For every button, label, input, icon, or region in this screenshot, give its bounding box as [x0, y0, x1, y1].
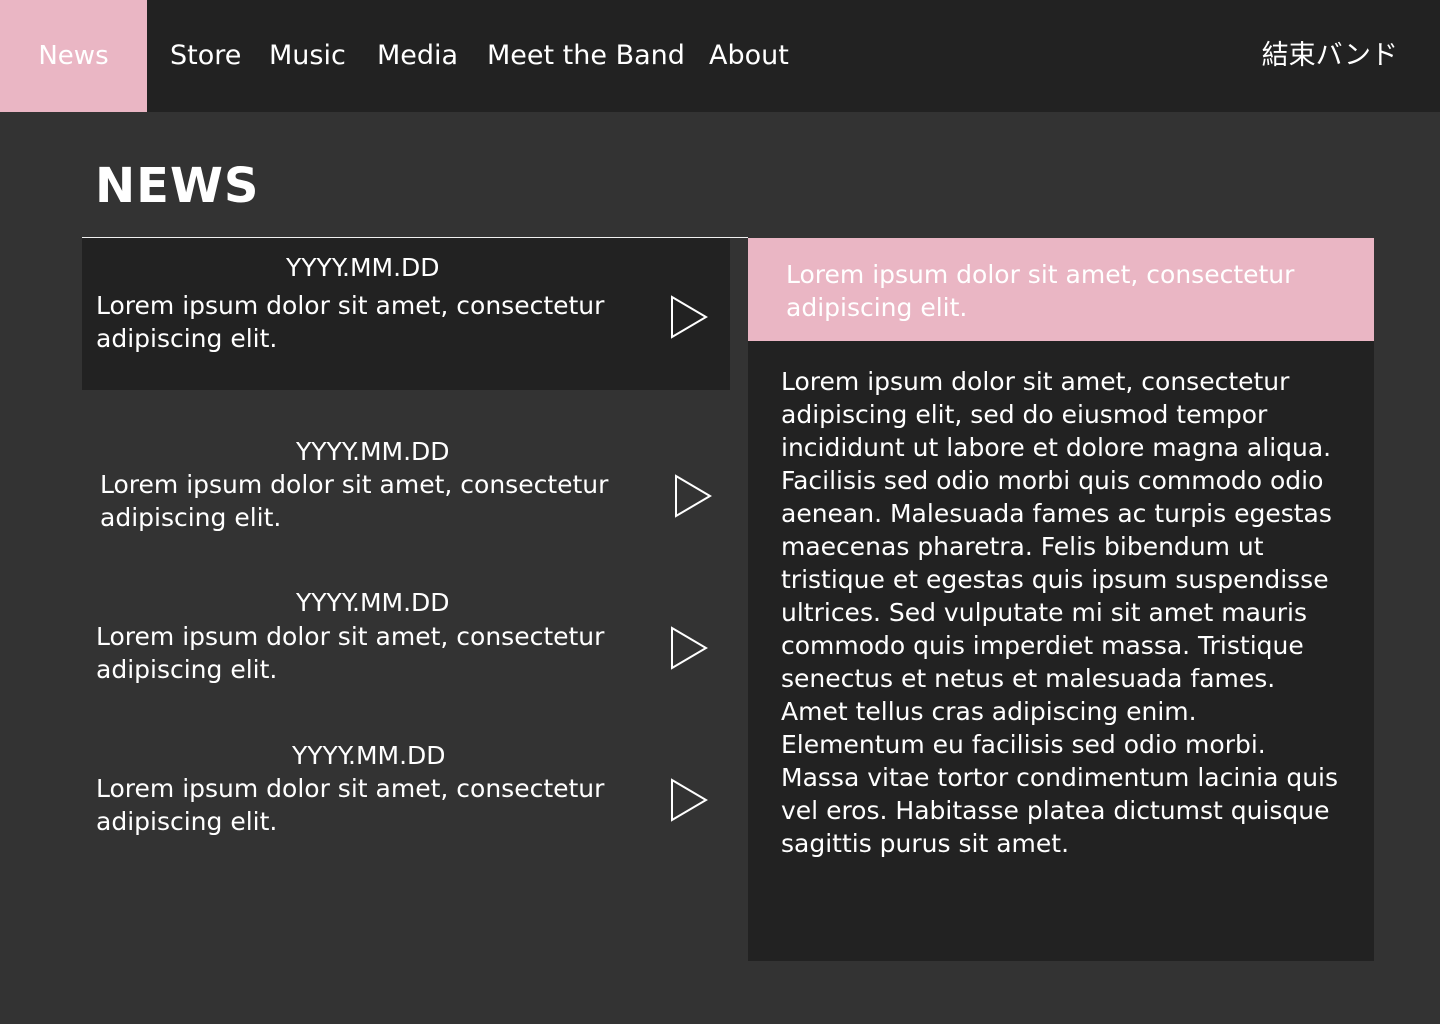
- article-header: Lorem ipsum dolor sit amet, consectetur …: [748, 238, 1374, 341]
- news-date: YYYY.MM.DD: [292, 741, 446, 770]
- news-excerpt: Lorem ipsum dolor sit amet, consectetur …: [96, 774, 605, 836]
- nav-item-music[interactable]: Music: [269, 0, 346, 112]
- news-date: YYYY.MM.DD: [296, 588, 450, 617]
- news-excerpt: Lorem ipsum dolor sit amet, consectetur …: [100, 470, 609, 532]
- news-excerpt: Lorem ipsum dolor sit amet, consectetur …: [96, 291, 605, 353]
- news-excerpt: Lorem ipsum dolor sit amet, consectetur …: [96, 622, 605, 684]
- news-date: YYYY.MM.DD: [286, 253, 440, 282]
- nav-item-media[interactable]: Media: [377, 0, 458, 112]
- news-list-item[interactable]: YYYY.MM.DD Lorem ipsum dolor sit amet, c…: [82, 724, 730, 854]
- news-list-item[interactable]: YYYY.MM.DD Lorem ipsum dolor sit amet, c…: [82, 420, 730, 550]
- page-title: NEWS: [95, 158, 260, 214]
- nav-item-meet-the-band[interactable]: Meet the Band: [487, 0, 685, 112]
- news-date: YYYY.MM.DD: [296, 437, 450, 466]
- brand-logo-text[interactable]: 結束バンド: [1262, 0, 1398, 112]
- nav-item-news[interactable]: News: [0, 0, 147, 112]
- play-arrow-icon[interactable]: [670, 295, 710, 339]
- article-body-panel: Lorem ipsum dolor sit amet, consectetur …: [748, 341, 1374, 961]
- news-list-item[interactable]: YYYY.MM.DD Lorem ipsum dolor sit amet, c…: [82, 238, 730, 390]
- article-body-text: Lorem ipsum dolor sit amet, consectetur …: [781, 367, 1339, 858]
- play-arrow-icon[interactable]: [670, 626, 710, 670]
- top-nav-bar: News Store Music Media Meet the Band Abo…: [0, 0, 1440, 112]
- nav-item-about[interactable]: About: [709, 0, 789, 112]
- news-list-item[interactable]: YYYY.MM.DD Lorem ipsum dolor sit amet, c…: [82, 572, 730, 702]
- play-arrow-icon[interactable]: [674, 474, 714, 518]
- article-title: Lorem ipsum dolor sit amet, consectetur …: [786, 260, 1295, 322]
- nav-item-store[interactable]: Store: [170, 0, 241, 112]
- play-arrow-icon[interactable]: [670, 778, 710, 822]
